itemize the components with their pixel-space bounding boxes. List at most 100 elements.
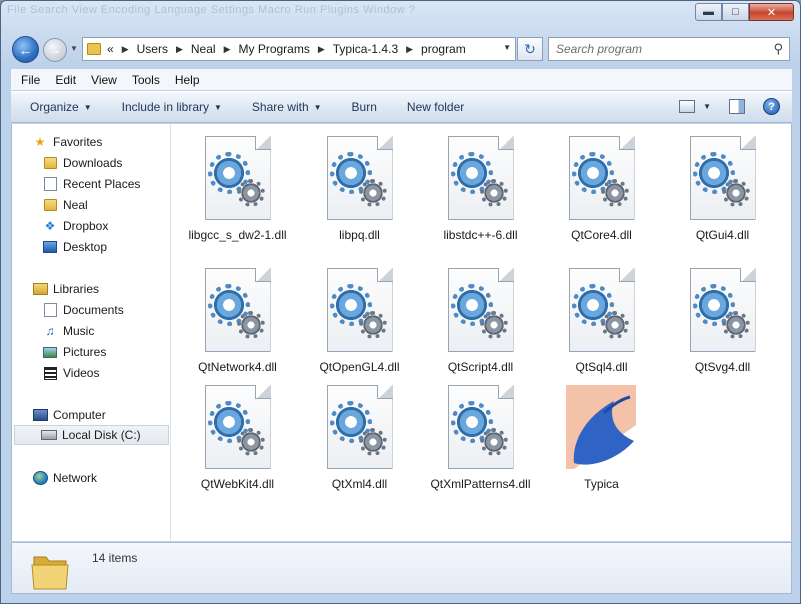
file-item[interactable]: QtXmlPatterns4.dll bbox=[420, 385, 541, 492]
preview-pane-icon[interactable] bbox=[729, 99, 745, 114]
navigation-pane[interactable]: ★ Favorites Downloads Recent Places Neal… bbox=[12, 124, 171, 541]
gear-shape bbox=[479, 428, 508, 456]
search-box: ⚲ bbox=[548, 37, 790, 61]
breadcrumb-my-programs[interactable]: My Programs bbox=[238, 42, 309, 56]
dll-gear-icon bbox=[568, 136, 636, 222]
command-bar: Organize ▼ Include in library ▼ Share with… bbox=[11, 91, 792, 123]
address-dropdown-icon[interactable]: ▼ bbox=[503, 43, 511, 52]
file-item[interactable]: QtNetwork4.dll bbox=[177, 268, 298, 375]
nav-music-label: Music bbox=[63, 324, 95, 338]
nav-neal[interactable]: Neal bbox=[42, 195, 88, 215]
minimize-button[interactable]: ▬ bbox=[695, 3, 722, 21]
file-name: QtSql4.dll bbox=[575, 360, 628, 374]
dll-gear-icon bbox=[689, 268, 757, 354]
file-item[interactable]: libstdc++-6.dll bbox=[420, 136, 541, 243]
gear-shape bbox=[479, 179, 508, 207]
nav-libraries[interactable]: Libraries bbox=[32, 279, 99, 299]
back-button[interactable]: ← bbox=[12, 36, 39, 63]
page-fold-shape bbox=[497, 385, 514, 399]
breadcrumb-overflow[interactable]: « bbox=[107, 42, 114, 56]
menu-tools[interactable]: Tools bbox=[132, 73, 160, 87]
file-item[interactable]: QtScript4.dll bbox=[420, 268, 541, 375]
menu-file[interactable]: File bbox=[21, 73, 40, 87]
nav-desktop[interactable]: Desktop bbox=[42, 237, 107, 257]
items-count: 14 items bbox=[92, 551, 138, 565]
file-item[interactable]: QtSql4.dll bbox=[541, 268, 662, 375]
file-item[interactable]: QtWebKit4.dll bbox=[177, 385, 298, 492]
menu-help[interactable]: Help bbox=[175, 73, 200, 87]
close-button[interactable]: ✕ bbox=[749, 3, 794, 21]
help-icon[interactable]: ? bbox=[763, 98, 780, 115]
user-folder-icon bbox=[43, 199, 57, 211]
typica-app-icon bbox=[565, 385, 636, 471]
refresh-button[interactable]: ↻ bbox=[517, 37, 543, 61]
change-view-icon[interactable] bbox=[679, 100, 696, 113]
chevron-right-icon[interactable]: ▶ bbox=[406, 44, 413, 55]
search-icon[interactable]: ⚲ bbox=[773, 41, 783, 57]
nav-documents[interactable]: Documents bbox=[42, 300, 124, 320]
nav-local-disk[interactable]: Local Disk (C:) bbox=[14, 425, 169, 445]
main-content: ★ Favorites Downloads Recent Places Neal… bbox=[11, 124, 792, 541]
file-item[interactable]: Typica bbox=[541, 385, 662, 492]
file-item[interactable]: libpq.dll bbox=[299, 136, 420, 243]
menu-view[interactable]: View bbox=[91, 73, 117, 87]
view-options-dropdown[interactable]: ▼ bbox=[703, 102, 711, 111]
burn-button[interactable]: Burn bbox=[352, 100, 377, 114]
folder-front bbox=[31, 564, 69, 590]
file-item[interactable]: QtOpenGL4.dll bbox=[299, 268, 420, 375]
chevron-right-icon[interactable]: ▶ bbox=[318, 44, 325, 55]
breadcrumb-program[interactable]: program bbox=[421, 42, 466, 56]
nav-videos[interactable]: Videos bbox=[42, 363, 99, 383]
menu-edit[interactable]: Edit bbox=[55, 73, 76, 87]
downloads-folder-icon bbox=[43, 157, 57, 169]
file-name: QtGui4.dll bbox=[695, 228, 750, 242]
nav-music[interactable]: ♫ Music bbox=[42, 321, 95, 341]
search-input[interactable] bbox=[549, 38, 759, 60]
computer-icon bbox=[32, 409, 48, 421]
gear-shape bbox=[358, 311, 387, 339]
icon-slot bbox=[41, 428, 57, 443]
nav-pictures[interactable]: Pictures bbox=[42, 342, 106, 362]
folder-icon bbox=[87, 43, 101, 55]
pictures-icon bbox=[43, 346, 57, 358]
title-bar[interactable]: File Search View Encoding Language Setti… bbox=[1, 1, 800, 31]
breadcrumb-users[interactable]: Users bbox=[137, 42, 168, 56]
address-bar[interactable]: « ▶ Users ▶ Neal ▶ My Programs ▶ Typica-… bbox=[82, 37, 516, 61]
nav-computer[interactable]: Computer bbox=[32, 405, 106, 425]
file-list: libgcc_s_dw2-1.dll libpq.dll libstdc++-6… bbox=[172, 124, 792, 541]
dll-gear-icon bbox=[447, 268, 515, 354]
background-window-menu: File Search View Encoding Language Setti… bbox=[7, 4, 416, 16]
organize-button[interactable]: Organize ▼ bbox=[30, 100, 92, 114]
nav-favorites[interactable]: ★ Favorites bbox=[32, 132, 103, 152]
details-pane: 14 items bbox=[11, 542, 792, 594]
maximize-button[interactable]: □ bbox=[722, 3, 749, 21]
new-folder-button[interactable]: New folder bbox=[407, 100, 464, 114]
file-name: libstdc++-6.dll bbox=[443, 228, 518, 242]
file-item[interactable]: QtGui4.dll bbox=[662, 136, 783, 243]
nav-dropbox[interactable]: ❖ Dropbox bbox=[42, 216, 109, 236]
file-item[interactable]: QtCore4.dll bbox=[541, 136, 662, 243]
nav-pictures-label: Pictures bbox=[63, 345, 107, 359]
chevron-right-icon[interactable]: ▶ bbox=[224, 44, 231, 55]
nav-network[interactable]: Network bbox=[32, 468, 97, 488]
forward-button[interactable]: → bbox=[43, 38, 67, 62]
recent-pages-dropdown[interactable]: ▼ bbox=[70, 44, 78, 53]
chevron-right-icon[interactable]: ▶ bbox=[122, 44, 129, 55]
page-fold-shape bbox=[497, 268, 514, 282]
nav-videos-label: Videos bbox=[63, 366, 100, 380]
chevron-right-icon[interactable]: ▶ bbox=[176, 44, 183, 55]
file-name: QtOpenGL4.dll bbox=[319, 360, 400, 374]
nav-recent-places[interactable]: Recent Places bbox=[42, 174, 140, 194]
view-controls: ▼ ? bbox=[679, 98, 780, 115]
file-item[interactable]: QtXml4.dll bbox=[299, 385, 420, 492]
file-name: Typica bbox=[584, 477, 619, 491]
gear-shape bbox=[600, 179, 629, 207]
include-in-library-button[interactable]: Include in library ▼ bbox=[122, 100, 222, 114]
navigation-row: ← → ▼ « ▶ Users ▶ Neal ▶ My Programs ▶ T… bbox=[1, 35, 800, 63]
breadcrumb-typica[interactable]: Typica-1.4.3 bbox=[333, 42, 398, 56]
file-item[interactable]: libgcc_s_dw2-1.dll bbox=[177, 136, 298, 243]
breadcrumb-neal[interactable]: Neal bbox=[191, 42, 216, 56]
share-with-button[interactable]: Share with ▼ bbox=[252, 100, 322, 114]
nav-downloads[interactable]: Downloads bbox=[42, 153, 122, 173]
file-item[interactable]: QtSvg4.dll bbox=[662, 268, 783, 375]
